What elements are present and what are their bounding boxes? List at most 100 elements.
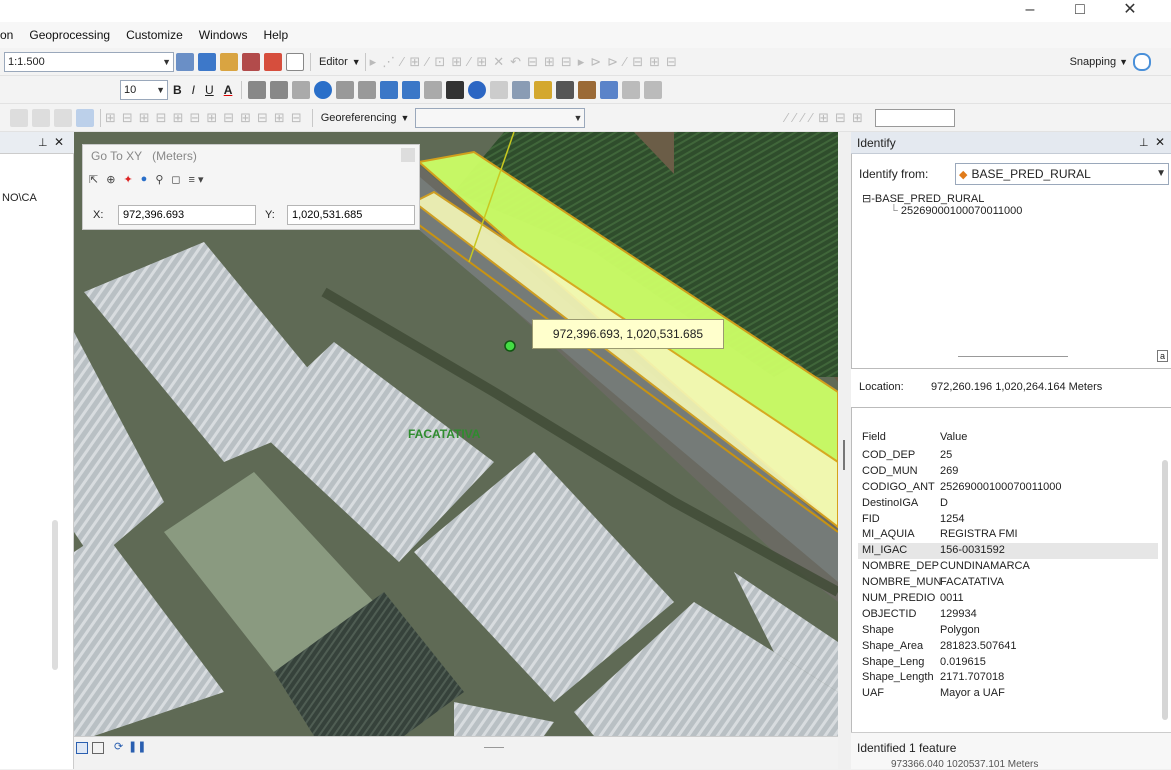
attribute-row[interactable]: Shape_Area 281823.507641 (858, 639, 1158, 655)
menu-item-selection[interactable]: on (0, 28, 21, 42)
close-icon[interactable] (401, 148, 415, 162)
attribute-row[interactable]: CODIGO_ANT 25269000100070011000 (858, 480, 1158, 496)
pan-to-icon[interactable]: ⇱ (89, 173, 98, 186)
snapping-menu[interactable]: Snapping (1070, 56, 1117, 68)
pause-icon[interactable]: ❚❚ (128, 740, 146, 753)
focus-frame-icon[interactable] (76, 108, 94, 127)
attribute-row[interactable]: DestinoIGA D (858, 496, 1158, 512)
model-builder-icon[interactable] (286, 52, 304, 71)
python-icon[interactable] (264, 52, 282, 71)
attribute-row[interactable]: COD_MUN 269 (858, 464, 1158, 480)
go-to-xy-units[interactable]: (Meters) (152, 149, 197, 163)
underline-icon[interactable]: U (205, 83, 214, 97)
data-view-icon[interactable] (32, 108, 50, 127)
forward-icon[interactable] (402, 80, 421, 99)
attribute-row[interactable]: Shape_Leng 0.019615 (858, 655, 1158, 671)
attribute-row[interactable]: OBJECTID 129934 (858, 607, 1158, 623)
chevron-down-icon[interactable]: ▼ (352, 57, 361, 67)
chevron-down-icon[interactable]: ▼ (574, 109, 583, 127)
time-slider-icon[interactable] (622, 80, 641, 99)
go-to-xy-icon[interactable] (600, 80, 619, 99)
identify-point-marker[interactable] (504, 340, 516, 352)
editor-menu[interactable]: Editor (319, 56, 348, 68)
font-color-icon[interactable]: A (224, 83, 233, 97)
pin-icon[interactable]: ⊥ (1139, 136, 1149, 149)
chevron-down-icon[interactable]: ▼ (401, 113, 410, 123)
zoom-in-icon[interactable] (248, 80, 267, 99)
close-icon[interactable]: ✕ (54, 135, 64, 149)
close-icon[interactable]: ✕ (1155, 135, 1165, 149)
viewer-icon[interactable] (644, 80, 663, 99)
attribute-row[interactable]: COD_DEP 25 (858, 448, 1158, 464)
attribute-scrollbar[interactable] (1162, 460, 1168, 720)
x-coordinate-input[interactable] (118, 205, 256, 225)
attribute-row-selected[interactable]: MI_IGAC 156-0031592 (858, 543, 1158, 560)
georef-layer-combo[interactable]: ▼ (415, 107, 586, 128)
full-extent-icon[interactable] (314, 80, 333, 99)
layout-view-icon[interactable] (10, 108, 28, 127)
snap-point-icon[interactable] (1133, 52, 1151, 71)
font-size-combo[interactable]: 10 ▼ (120, 79, 168, 100)
layout-view-icon[interactable] (92, 742, 104, 754)
attribute-row[interactable]: Shape_Length 2171.707018 (858, 670, 1158, 686)
measure-icon[interactable] (534, 80, 553, 99)
expand-icon[interactable]: a (1157, 350, 1169, 362)
italic-icon[interactable]: I (192, 83, 195, 97)
minimize-icon[interactable]: – (1010, 0, 1050, 22)
splitter-grip[interactable] (843, 440, 845, 470)
chevron-down-icon[interactable]: ▼ (162, 53, 171, 71)
table-icon[interactable] (220, 52, 238, 71)
hyperlink-icon[interactable] (490, 80, 509, 99)
catalog-icon[interactable] (198, 52, 216, 71)
attribute-row[interactable]: NOMBRE_MUN FACATATIVA (858, 575, 1158, 591)
bold-icon[interactable]: B (173, 83, 182, 97)
add-point-icon[interactable]: ● (141, 173, 148, 186)
add-labeled-point-icon[interactable]: ⚲ (155, 173, 163, 186)
y-coordinate-input[interactable] (287, 205, 415, 225)
attribute-row[interactable]: Shape Polygon (858, 623, 1158, 639)
attribute-row[interactable]: NOMBRE_DEP CUNDINAMARCA (858, 559, 1158, 575)
html-popup-icon[interactable] (512, 80, 531, 99)
menu-item-windows[interactable]: Windows (191, 28, 256, 42)
toolbox-icon[interactable] (242, 52, 260, 71)
editor-toolbar-icon[interactable] (176, 52, 194, 71)
attribute-row[interactable]: FID 1254 (858, 512, 1158, 528)
pan-icon[interactable] (292, 80, 311, 99)
pin-icon[interactable]: ⊥ (38, 136, 48, 149)
tree-node-layer[interactable]: ⊟-BASE_PRED_RURAL (862, 192, 1162, 205)
find-route-icon[interactable] (578, 80, 597, 99)
georef-coordinate-input[interactable] (874, 108, 955, 127)
add-callout-icon[interactable]: ◻ (171, 173, 180, 186)
zoom-to-icon[interactable]: ⊕ (106, 173, 115, 186)
zoom-out-icon[interactable] (270, 80, 289, 99)
maximize-icon[interactable]: □ (1060, 0, 1100, 22)
map-scale-combo[interactable]: 1:1.500 ▼ (4, 51, 174, 72)
flash-icon[interactable]: ✦ (123, 173, 132, 186)
menu-item-help[interactable]: Help (255, 28, 296, 42)
georeferencing-menu[interactable]: Georeferencing (321, 112, 397, 124)
chevron-down-icon[interactable]: ▼ (156, 81, 165, 99)
chevron-down-icon[interactable]: ▼ (1119, 57, 1128, 67)
toc-scrollbar[interactable] (52, 520, 58, 670)
menu-icon[interactable]: ≡ ▾ (189, 173, 204, 186)
close-icon[interactable]: ✕ (1110, 0, 1150, 22)
attribute-row[interactable]: NUM_PREDIO 0011 (858, 591, 1158, 607)
collapse-icon[interactable]: ⊟- (862, 193, 875, 205)
data-view-icon[interactable] (76, 742, 88, 754)
toggle-draft-icon[interactable] (54, 108, 72, 127)
refresh-icon[interactable]: ⟳ (114, 740, 123, 753)
identify-icon[interactable] (468, 80, 487, 99)
find-icon[interactable] (556, 80, 575, 99)
back-icon[interactable] (380, 80, 399, 99)
attribute-row[interactable]: UAF Mayor a UAF (858, 686, 1158, 702)
fixed-zoom-in-icon[interactable] (336, 80, 355, 99)
identify-from-dropdown[interactable]: ◆ BASE_PRED_RURAL ▼ (955, 163, 1169, 185)
fixed-zoom-out-icon[interactable] (358, 80, 377, 99)
resize-grip[interactable] (484, 747, 504, 748)
menu-item-geoprocessing[interactable]: Geoprocessing (21, 28, 118, 42)
pane-splitter-grip[interactable] (958, 356, 1068, 357)
attribute-row[interactable]: MI_AQUIA REGISTRA FMI (858, 527, 1158, 543)
tree-node-feature[interactable]: └ 25269000100070011000 (862, 205, 1162, 217)
chevron-down-icon[interactable]: ▼ (1156, 164, 1166, 184)
select-features-icon[interactable] (424, 80, 443, 99)
